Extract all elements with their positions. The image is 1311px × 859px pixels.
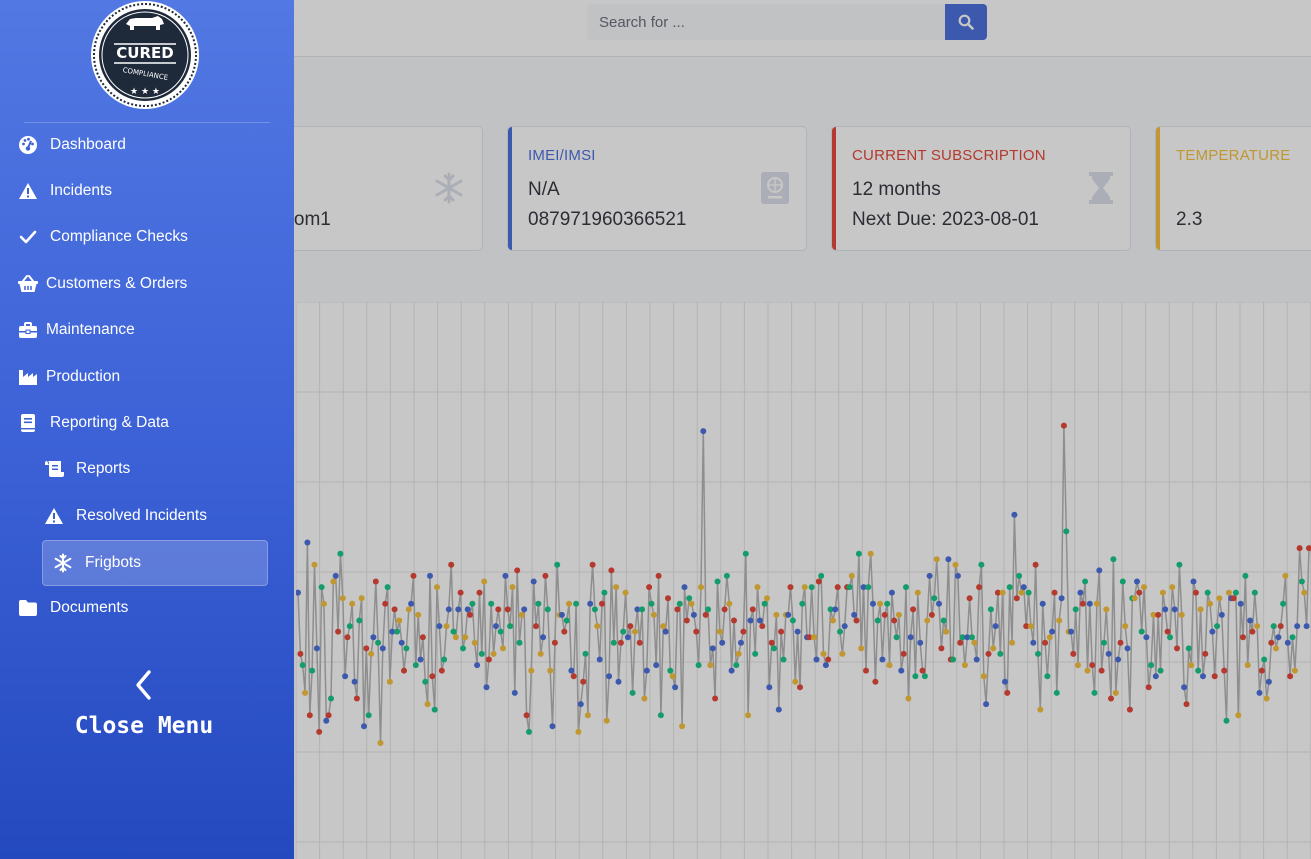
sidebar-item-label: Incidents — [50, 182, 113, 199]
sidebar-item-resolved-incidents[interactable]: Resolved Incidents — [42, 496, 207, 536]
sidebar-item-dashboard[interactable]: Dashboard — [16, 125, 126, 165]
warning-icon — [42, 504, 66, 528]
check-icon — [16, 225, 40, 249]
warning-icon — [16, 179, 40, 203]
sidebar-item-customers-orders[interactable]: Customers & Orders — [16, 264, 187, 304]
sidebar-item-incidents[interactable]: Incidents — [16, 171, 112, 211]
sidebar-divider — [24, 122, 270, 123]
scroll-icon — [42, 457, 66, 481]
chevron-left-icon — [136, 670, 151, 700]
sidebar-item-production[interactable]: Production — [16, 357, 120, 397]
sidebar-item-reporting-data[interactable]: Reporting & Data — [16, 403, 169, 443]
sidebar-item-label: Reporting & Data — [50, 414, 169, 431]
sidebar-item-label: Maintenance — [46, 321, 135, 338]
sidebar-item-label: Customers & Orders — [46, 275, 188, 292]
svg-text:★ ★ ★: ★ ★ ★ — [130, 87, 160, 97]
cured-compliance-logo: CURED COMPLIANCE ★ ★ ★ — [90, 0, 200, 110]
sidebar-item-documents[interactable]: Documents — [16, 588, 128, 628]
snowflake-icon — [51, 551, 75, 575]
close-menu-label: Close Menu — [74, 713, 214, 739]
sidebar-item-reports[interactable]: Reports — [42, 449, 130, 489]
basket-icon — [16, 272, 40, 296]
sidebar-item-maintenance[interactable]: Maintenance — [16, 310, 135, 350]
book-icon — [16, 411, 40, 435]
tachometer-icon — [16, 133, 40, 157]
sidebar-item-label: Resolved Incidents — [76, 507, 207, 524]
sidebar-item-label: Frigbots — [85, 554, 141, 571]
sidebar-item-compliance-checks[interactable]: Compliance Checks — [16, 217, 188, 257]
sidebar-item-label: Documents — [50, 599, 129, 616]
sidebar-item-label: Compliance Checks — [50, 228, 188, 245]
sidebar-item-label: Reports — [76, 460, 131, 477]
toolbox-icon — [16, 318, 40, 342]
sidebar-item-label: Dashboard — [50, 136, 126, 153]
sidebar-item-frigbots[interactable]: Frigbots — [42, 540, 268, 586]
industry-icon — [16, 365, 40, 389]
sidebar-item-label: Production — [46, 368, 121, 385]
folder-icon — [16, 596, 40, 620]
logo-text-cured: CURED — [116, 44, 173, 62]
sidebar: CURED COMPLIANCE ★ ★ ★ Dashboard Inciden… — [0, 0, 294, 859]
close-menu-button[interactable]: Close Menu — [0, 668, 288, 739]
